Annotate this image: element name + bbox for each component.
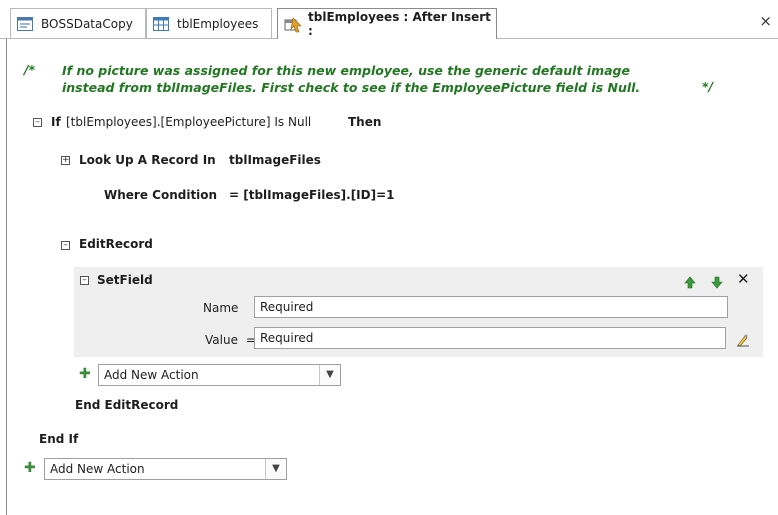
table-icon [153, 16, 169, 31]
data-macro-icon [284, 17, 302, 33]
comment-close-mark: */ [702, 79, 714, 94]
outer-add-new-action-select[interactable]: Add New Action ▼ [44, 458, 287, 480]
collapse-if-icon[interactable]: – [33, 118, 42, 127]
designer-left-border [6, 39, 7, 515]
tab-tblemployees[interactable]: tblEmployees [146, 8, 272, 38]
name-field[interactable]: Required [254, 296, 728, 318]
move-down-icon[interactable] [711, 274, 723, 293]
lookup-table[interactable]: tblImageFiles [229, 153, 321, 167]
close-tab-button[interactable]: × [759, 12, 772, 30]
then-keyword: Then [348, 115, 382, 129]
value-field[interactable]: Required [254, 327, 726, 349]
expand-lookup-icon[interactable]: + [61, 156, 70, 165]
comment-open-mark: /* [24, 62, 36, 77]
select-value: Add New Action [104, 368, 199, 382]
where-condition-label: Where Condition [104, 188, 218, 202]
document-tab-bar: BOSSDataCopy tblEmployees tblEmployees :… [0, 0, 778, 40]
lookup-label: Look Up A Record In [79, 153, 216, 167]
name-label: Name [203, 301, 239, 315]
inner-add-new-action-select[interactable]: Add New Action ▼ [98, 364, 341, 386]
form-icon [17, 16, 33, 31]
if-condition[interactable]: [tblEmployees].[EmployeePicture] Is Null [66, 115, 311, 129]
expression-builder-icon[interactable] [736, 332, 750, 351]
chevron-down-icon[interactable]: ▼ [319, 365, 340, 385]
editrecord-label: EditRecord [79, 237, 153, 251]
macro-comment[interactable]: If no picture was assigned for this new … [62, 62, 640, 96]
tab-label: tblEmployees [177, 16, 259, 31]
collapse-editrecord-icon[interactable]: – [61, 241, 70, 250]
end-if-label: End If [39, 432, 79, 446]
setfield-label: SetField [97, 273, 153, 287]
add-action-icon: ✚ [24, 460, 36, 476]
tab-bossdatacopy[interactable]: BOSSDataCopy [10, 8, 146, 38]
end-editrecord-label: End EditRecord [75, 398, 179, 412]
tab-label: tblEmployees : After Insert : [308, 10, 491, 38]
tab-label: BOSSDataCopy [41, 16, 133, 31]
select-value: Add New Action [50, 462, 145, 476]
if-keyword: If [51, 115, 61, 129]
where-condition-value[interactable]: = [tblImageFiles].[ID]=1 [229, 188, 395, 202]
move-up-icon[interactable] [684, 274, 696, 293]
collapse-setfield-icon[interactable]: – [80, 276, 89, 285]
add-action-icon: ✚ [79, 366, 91, 382]
delete-action-icon[interactable]: ✕ [737, 270, 750, 288]
chevron-down-icon[interactable]: ▼ [265, 459, 286, 479]
comment-line: instead from tblImageFiles. First check … [62, 80, 641, 95]
value-label: Value [205, 333, 238, 347]
comment-line: If no picture was assigned for this new … [62, 63, 630, 78]
tab-after-insert-macro[interactable]: tblEmployees : After Insert : [277, 8, 497, 39]
